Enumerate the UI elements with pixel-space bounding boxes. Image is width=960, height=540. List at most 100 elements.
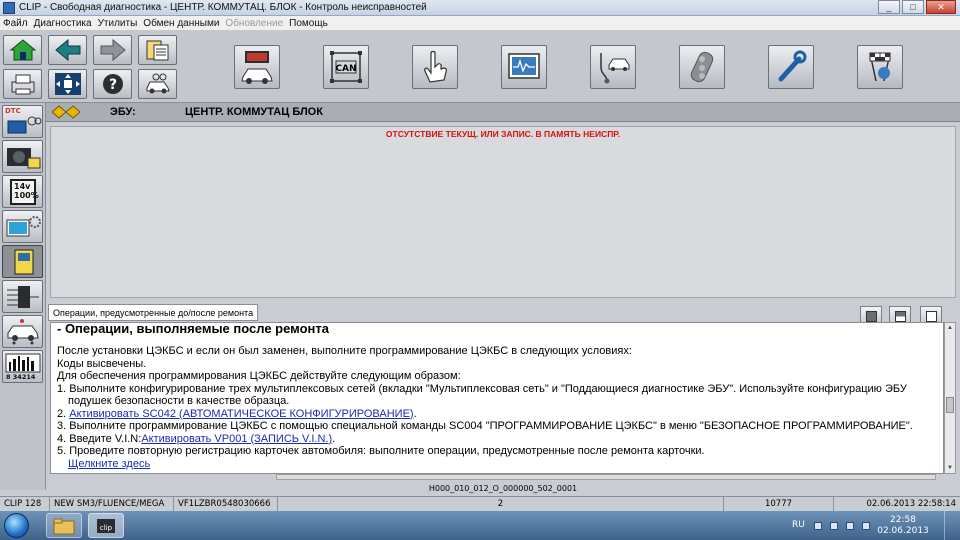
network-tray-icon[interactable] [862,522,870,530]
car-glasses-icon [146,73,170,94]
show-desktop-button[interactable] [944,511,960,540]
back-button[interactable] [48,35,87,65]
scroll-down-icon[interactable]: ▼ [945,463,955,473]
battery-label: 14v 100% [14,182,39,200]
doc-horizontal-scrollbar[interactable] [276,474,936,480]
status-vin: VF1LZBR0548030666 [174,497,278,511]
battery-tray-icon[interactable] [846,522,854,530]
taskbar-explorer[interactable] [46,513,82,538]
split-view-icon [894,310,906,322]
network-arrows-icon [54,73,81,95]
help-icon: ? [102,74,123,94]
scroll-up-icon[interactable]: ▲ [945,323,955,333]
window-title: CLIP - Свободная диагностика - ЦЕНТР. КО… [19,2,427,13]
main-toolbar: ? CAN [0,31,960,103]
settings-button[interactable] [2,210,43,243]
taskbar-clip[interactable]: clip [88,513,124,538]
activate-sc042-link[interactable]: Активировать SC042 (АВТОМАТИЧЕСКОЕ КОНФИ… [69,408,413,420]
menu-file[interactable]: Файл [0,18,31,29]
print-button[interactable] [3,69,42,99]
fault-list-panel: ОТСУТСТВИЕ ТЕКУЩ. ИЛИ ЗАПИС. В ПАМЯТЬ НЕ… [50,126,956,298]
tools-button[interactable] [768,45,814,89]
status-bar: CLIP 128 NEW SM3/FLUENCE/MEGA VF1LZBR054… [0,496,960,511]
left-sidebar: DTC 14v 100% 8 34214 [0,103,46,490]
documentation-panel: - Операции, выполняемые после ремонта По… [50,322,944,474]
svg-text:clip: clip [100,524,113,532]
menu-diagnostics[interactable]: Диагностика [31,18,95,29]
status-page: 2 [278,497,724,511]
close-button[interactable]: ✕ [926,0,956,14]
doc-step-2: 2. Активировать SC042 (АВТОМАТИЧЕСКОЕ КО… [57,408,937,421]
menu-data-exchange[interactable]: Обмен данными [140,18,222,29]
connector-button[interactable] [2,280,43,313]
stethoscope-car-icon [600,53,630,84]
click-here-link[interactable]: Щелкните здесь [57,458,150,471]
doc-heading: - Операции, выполняемые после ремонта [57,322,329,336]
repair-button[interactable] [679,45,725,89]
tab-operations[interactable]: Операции, предусмотренные до/после ремон… [48,304,259,321]
clip-taskbar-icon: clip [97,518,115,533]
doc-step-1-continued: подушек безопасности в качестве образца. [68,395,290,407]
checkered-flags-icon [869,52,891,82]
finish-button[interactable] [857,45,903,89]
svg-text:CAN: CAN [335,64,356,74]
commands-button[interactable] [412,45,458,89]
start-button[interactable] [4,513,29,538]
counters-button[interactable]: 8 34214 [2,350,43,383]
folder-icon [53,518,75,534]
ecu-identification-button[interactable] [234,45,280,89]
can-bus-icon: CAN [330,51,362,83]
menu-utilities[interactable]: Утилиты [95,18,141,29]
svg-text:?: ? [108,77,116,93]
measurements-button[interactable] [501,45,547,89]
status-clip-version: CLIP 128 [0,497,50,511]
doc-paragraph: Для обеспечения программирования ЦЭКБС д… [57,370,461,382]
dtc-button[interactable]: DTC [2,105,43,138]
doc-paragraph: Коды высвечены. [57,357,147,370]
vehicle-info-button[interactable] [138,69,177,99]
book-icon [14,249,33,274]
monitor-gear-icon [6,215,41,236]
battery-button[interactable]: 14v 100% [2,175,43,208]
doc-step-2-suffix: . [413,407,417,420]
menu-bar: Файл Диагностика Утилиты Обмен данными О… [0,16,960,31]
renault-logo-icon [52,105,80,119]
parts-icon [690,51,714,83]
printer-icon [11,74,34,95]
diagnostic-button[interactable] [590,45,636,89]
documents-icon [146,40,168,61]
home-button[interactable] [3,35,42,65]
monitor-graph-icon [508,53,540,79]
network-button[interactable] [48,69,87,99]
menu-help[interactable]: Помощь [286,18,331,29]
minimize-button[interactable]: _ [878,0,900,14]
doc-step-3: 3. Выполните программирование ЦЭКБС с по… [57,420,913,432]
tray-expand-icon[interactable] [814,522,822,530]
car-network-icon [7,318,39,344]
doc-vertical-scrollbar[interactable]: ▲ ▼ [944,322,956,474]
can-network-button[interactable]: CAN [323,45,369,89]
vehicle-network-button[interactable] [2,315,43,348]
action-center-icon[interactable] [830,522,838,530]
clock-date: 02.06.2013 [877,526,929,536]
clip-window: { "window": {"title": "CLIP - Свободная … [0,0,960,540]
scroll-thumb[interactable] [946,397,954,413]
wrench-icon [778,50,807,82]
dtc-camera-button[interactable] [2,140,43,173]
doc-step-5: 5. Проведите повторную регистрацию карто… [57,445,705,457]
maximize-button[interactable]: □ [902,0,924,14]
doc-step-4-suffix: . [332,432,336,445]
forward-button[interactable] [93,35,132,65]
documents-button[interactable] [138,35,177,65]
doc-step-4-text: 4. Введите V.I.N: [57,432,142,445]
operations-tab-bar: Операции, предусмотренные до/после ремон… [46,302,960,326]
counter-label: 8 34214 [6,373,36,381]
taskbar-clock[interactable]: 22:58 02.06.2013 [876,515,930,537]
documentation-button[interactable] [2,245,43,278]
clock-time: 22:58 [890,515,916,525]
language-indicator[interactable]: RU [792,520,805,530]
clip-app-icon [3,1,15,14]
windows-taskbar: clip RU 22:58 02.06.2013 [0,511,960,540]
activate-vp001-link[interactable]: Активировать VP001 (ЗАПИСЬ V.I.N.) [141,433,332,445]
help-button[interactable]: ? [93,69,132,99]
